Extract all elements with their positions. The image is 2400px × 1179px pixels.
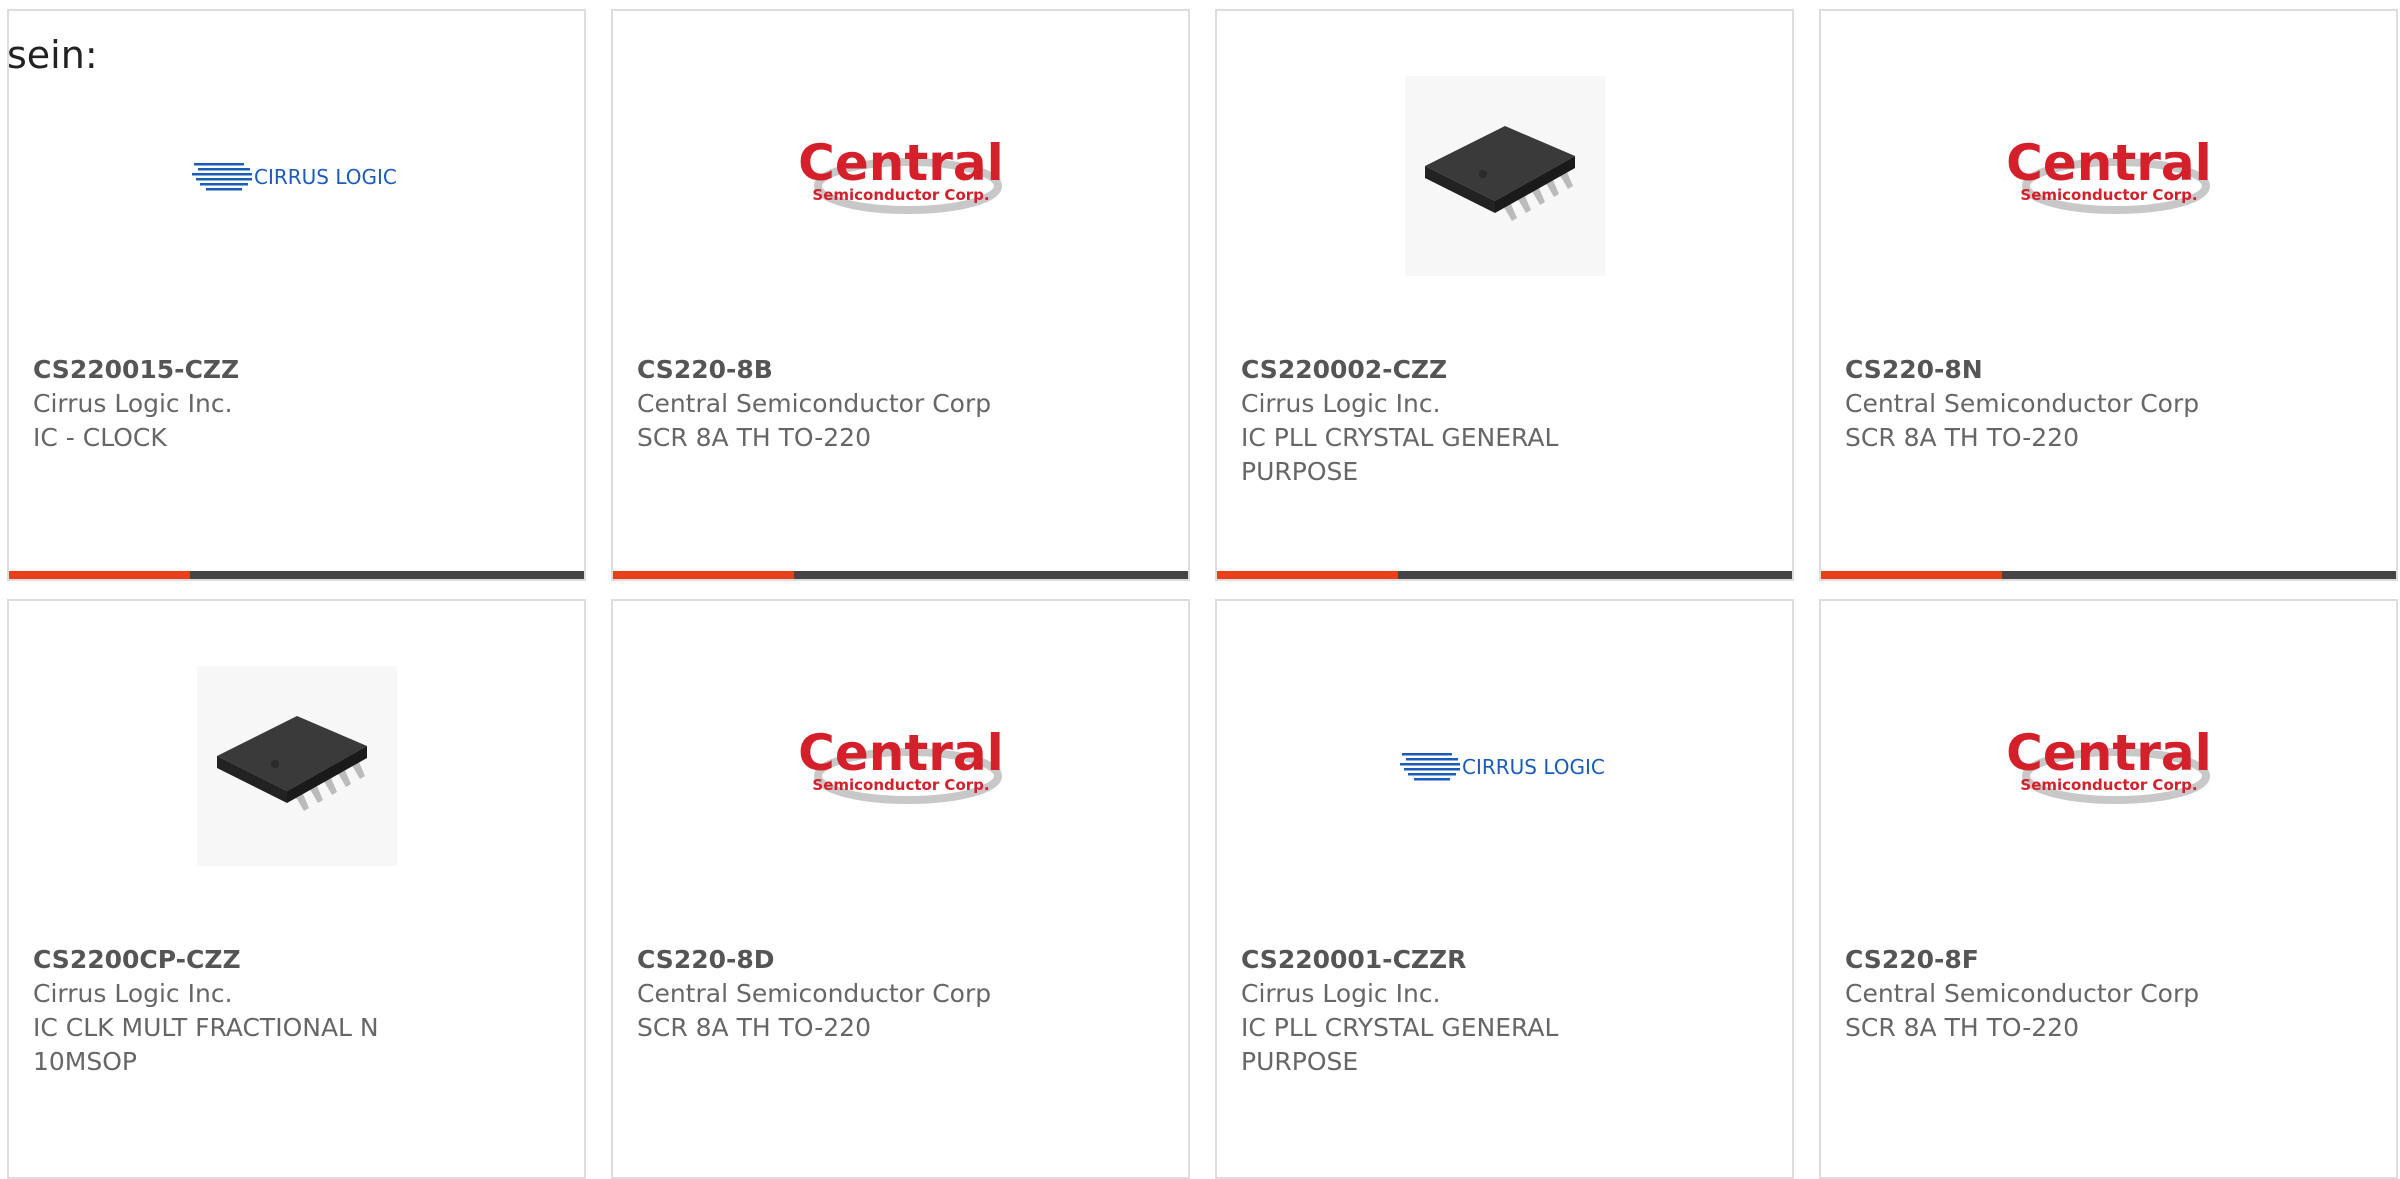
product-image[interactable]: Central Semiconductor Corp. (613, 651, 1188, 881)
intro-text: sein: (7, 33, 98, 77)
part-number-link[interactable]: CS2200CP-CZZ (33, 943, 473, 977)
svg-text:Central: Central (2006, 724, 2212, 782)
description: IC PLL CRYSTAL GENERAL PURPOSE (1241, 1013, 1559, 1076)
description: IC - CLOCK (33, 423, 167, 452)
product-info: CS220-8F Central Semiconductor Corp SCR … (1845, 943, 2285, 1045)
card-bar-accent (1821, 571, 2003, 579)
cirrus-logic-logo: CIRRUS LOGIC (1399, 753, 1605, 781)
product-card[interactable]: CS220002-CZZ Cirrus Logic Inc. IC PLL CR… (1215, 9, 1794, 581)
card-bar-accent (1217, 571, 1399, 579)
cirrus-logic-logo: CIRRUS LOGIC (191, 163, 397, 191)
manufacturer: Central Semiconductor Corp (637, 979, 992, 1008)
part-number-link[interactable]: CS220002-CZZ (1241, 353, 1681, 387)
description: IC PLL CRYSTAL GENERAL PURPOSE (1241, 423, 1559, 486)
svg-text:CIRRUS LOGIC: CIRRUS LOGIC (254, 165, 397, 189)
part-number-link[interactable]: CS220001-CZZR (1241, 943, 1681, 977)
product-image[interactable] (9, 651, 584, 881)
product-image[interactable]: CIRRUS LOGIC (9, 61, 584, 291)
svg-text:Semiconductor Corp.: Semiconductor Corp. (2020, 186, 2197, 204)
card-bar-accent (613, 571, 795, 579)
product-image[interactable]: Central Semiconductor Corp. (1821, 61, 2396, 291)
msop-chip-photo (1404, 76, 1605, 276)
part-number-link[interactable]: CS220-8F (1845, 943, 2285, 977)
manufacturer: Central Semiconductor Corp (637, 389, 992, 418)
product-card[interactable]: Central Semiconductor Corp. CS220-8F Cen… (1819, 599, 2398, 1179)
svg-text:Semiconductor Corp.: Semiconductor Corp. (812, 776, 989, 794)
product-info: CS220002-CZZ Cirrus Logic Inc. IC PLL CR… (1241, 353, 1681, 489)
msop-chip-photo (196, 666, 397, 866)
card-bar (613, 571, 1188, 579)
product-info: CS220-8N Central Semiconductor Corp SCR … (1845, 353, 2285, 455)
card-bar (1821, 571, 2396, 579)
product-image[interactable]: Central Semiconductor Corp. (1821, 651, 2396, 881)
description: SCR 8A TH TO-220 (1845, 423, 2079, 452)
description: SCR 8A TH TO-220 (637, 1013, 871, 1042)
part-number-link[interactable]: CS220-8N (1845, 353, 2285, 387)
svg-text:Central: Central (798, 134, 1004, 192)
product-card[interactable]: Central Semiconductor Corp. CS220-8B Cen… (611, 9, 1190, 581)
manufacturer: Cirrus Logic Inc. (33, 979, 233, 1008)
svg-text:CIRRUS LOGIC: CIRRUS LOGIC (1462, 755, 1605, 779)
product-info: CS220-8D Central Semiconductor Corp SCR … (637, 943, 1077, 1045)
product-card[interactable]: CIRRUS LOGIC CS220001-CZZR Cirrus Logic … (1215, 599, 1794, 1179)
manufacturer: Cirrus Logic Inc. (1241, 389, 1441, 418)
product-image[interactable]: CIRRUS LOGIC (1217, 651, 1792, 881)
svg-text:Central: Central (2006, 134, 2212, 192)
part-number-link[interactable]: CS220-8B (637, 353, 1077, 387)
central-semiconductor-logo: Central Semiconductor Corp. (2006, 724, 2212, 804)
card-bar-accent (9, 571, 191, 579)
manufacturer: Cirrus Logic Inc. (33, 389, 233, 418)
card-bar (9, 571, 584, 579)
product-info: CS220001-CZZR Cirrus Logic Inc. IC PLL C… (1241, 943, 1681, 1079)
manufacturer: Central Semiconductor Corp (1845, 979, 2200, 1008)
svg-text:Semiconductor Corp.: Semiconductor Corp. (2020, 776, 2197, 794)
svg-text:Central: Central (798, 724, 1004, 782)
product-card[interactable]: Central Semiconductor Corp. CS220-8D Cen… (611, 599, 1190, 1179)
manufacturer: Central Semiconductor Corp (1845, 389, 2200, 418)
central-semiconductor-logo: Central Semiconductor Corp. (798, 724, 1004, 804)
description: SCR 8A TH TO-220 (1845, 1013, 2079, 1042)
product-card[interactable]: CS2200CP-CZZ Cirrus Logic Inc. IC CLK MU… (7, 599, 586, 1179)
product-info: CS2200CP-CZZ Cirrus Logic Inc. IC CLK MU… (33, 943, 473, 1079)
product-info: CS220-8B Central Semiconductor Corp SCR … (637, 353, 1077, 455)
description: IC CLK MULT FRACTIONAL N 10MSOP (33, 1013, 379, 1076)
card-bar (1217, 571, 1792, 579)
svg-text:Semiconductor Corp.: Semiconductor Corp. (812, 186, 989, 204)
description: SCR 8A TH TO-220 (637, 423, 871, 452)
product-image[interactable] (1217, 61, 1792, 291)
product-image[interactable]: Central Semiconductor Corp. (613, 61, 1188, 291)
product-info: CS220015-CZZ Cirrus Logic Inc. IC - CLOC… (33, 353, 473, 455)
product-card[interactable]: Central Semiconductor Corp. CS220-8N Cen… (1819, 9, 2398, 581)
part-number-link[interactable]: CS220-8D (637, 943, 1077, 977)
part-number-link[interactable]: CS220015-CZZ (33, 353, 473, 387)
central-semiconductor-logo: Central Semiconductor Corp. (2006, 134, 2212, 214)
central-semiconductor-logo: Central Semiconductor Corp. (798, 134, 1004, 214)
product-card[interactable]: CIRRUS LOGIC CS220015-CZZ Cirrus Logic I… (7, 9, 586, 581)
manufacturer: Cirrus Logic Inc. (1241, 979, 1441, 1008)
